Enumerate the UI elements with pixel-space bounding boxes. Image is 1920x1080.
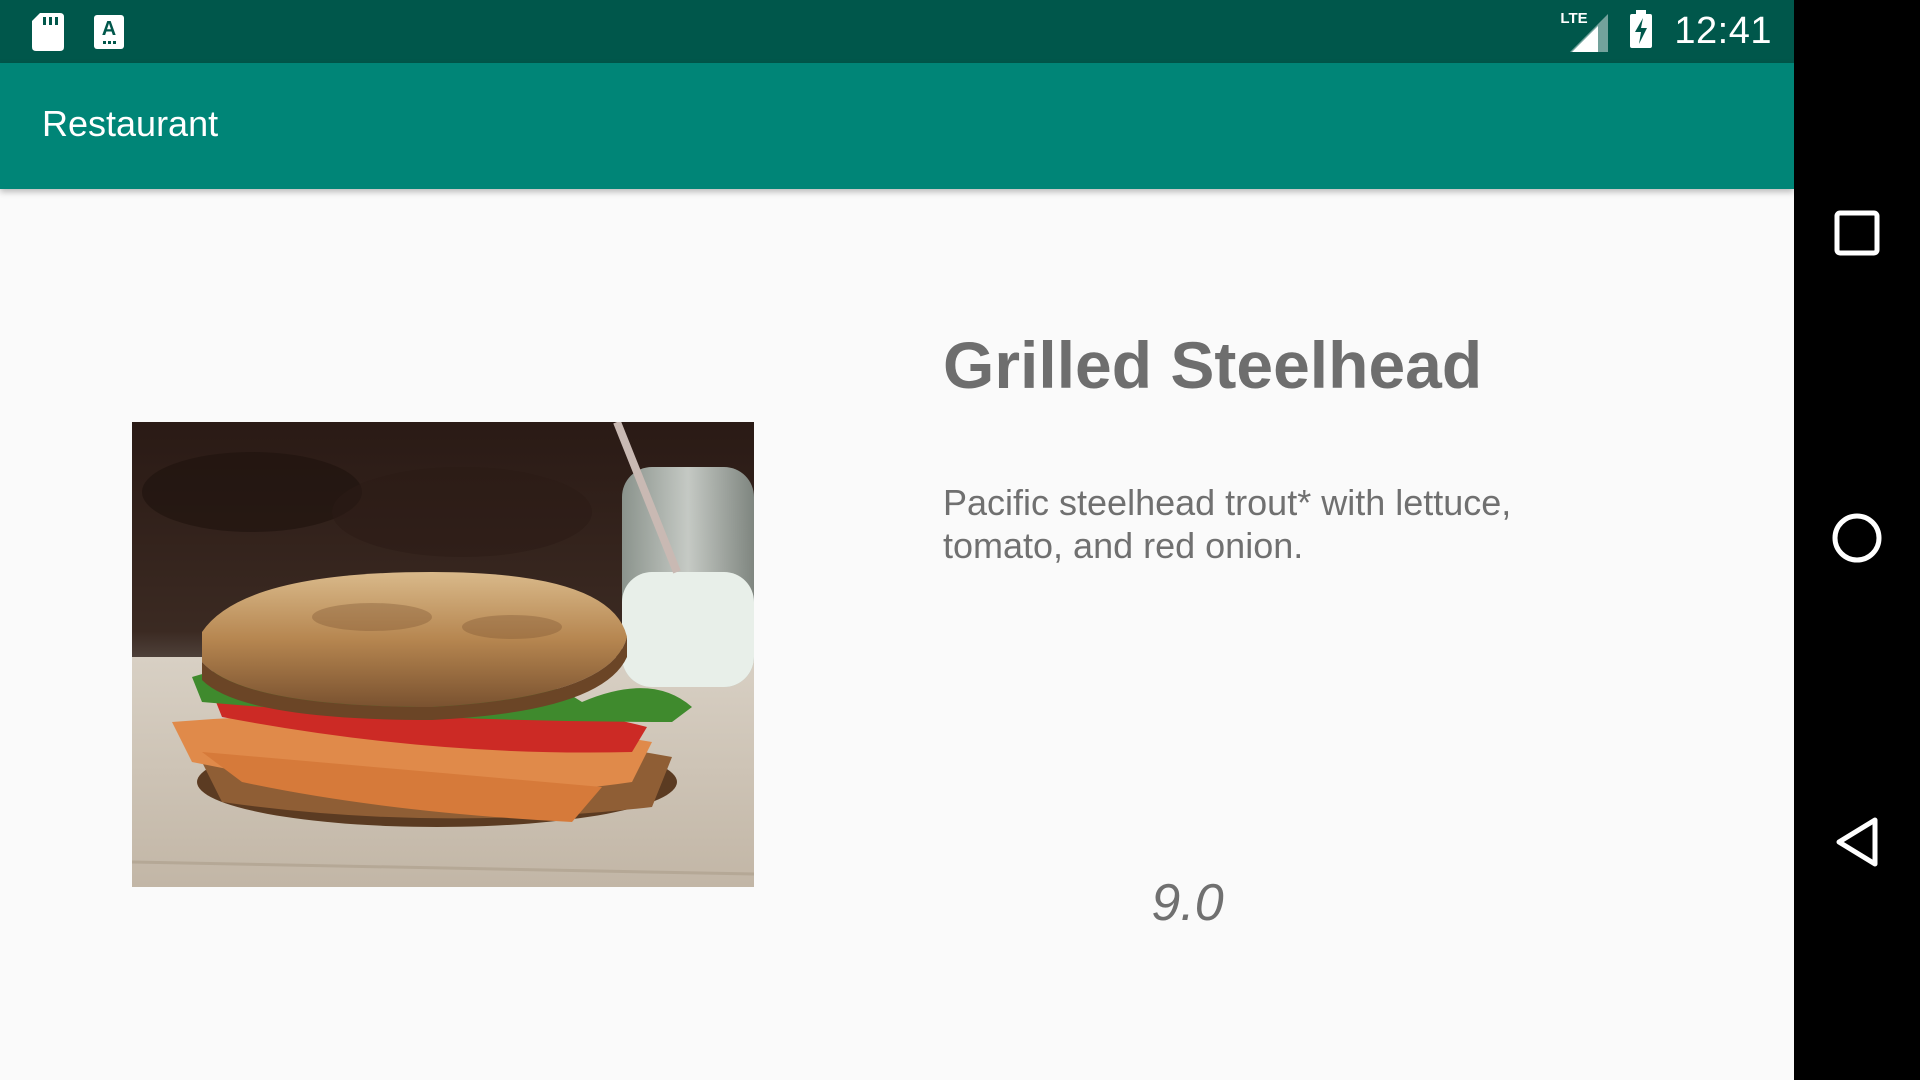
home-icon	[1831, 512, 1883, 569]
status-time: 12:41	[1674, 10, 1772, 52]
recents-button[interactable]	[1825, 203, 1889, 267]
lte-signal-icon: LTE	[1560, 9, 1609, 52]
svg-text:A: A	[102, 18, 116, 40]
dish-description: Pacific steelhead trout* with lettuce, t…	[943, 482, 1512, 566]
back-icon	[1833, 816, 1881, 873]
sd-card-icon	[32, 13, 64, 56]
dish-detail: Grilled Steelhead Pacific steelhead trou…	[0, 189, 1794, 1080]
dish-rating: 9.0	[1151, 874, 1224, 932]
back-button[interactable]	[1825, 812, 1889, 876]
status-bar: A LTE 12:41	[0, 0, 1794, 63]
recents-icon	[1834, 210, 1880, 261]
app-screen: A LTE 12:41 Restaurant Grilled Steelhead…	[0, 0, 1794, 1080]
keyboard-a-icon: A	[94, 15, 124, 54]
app-bar: Restaurant	[0, 63, 1794, 189]
dish-name: Grilled Steelhead	[943, 328, 1483, 402]
navigation-bar	[1794, 0, 1920, 1080]
home-button[interactable]	[1825, 508, 1889, 572]
network-label: LTE	[1560, 9, 1588, 27]
app-title: Restaurant	[42, 103, 219, 144]
dish-photo	[132, 422, 754, 887]
battery-charging-icon	[1630, 10, 1653, 53]
